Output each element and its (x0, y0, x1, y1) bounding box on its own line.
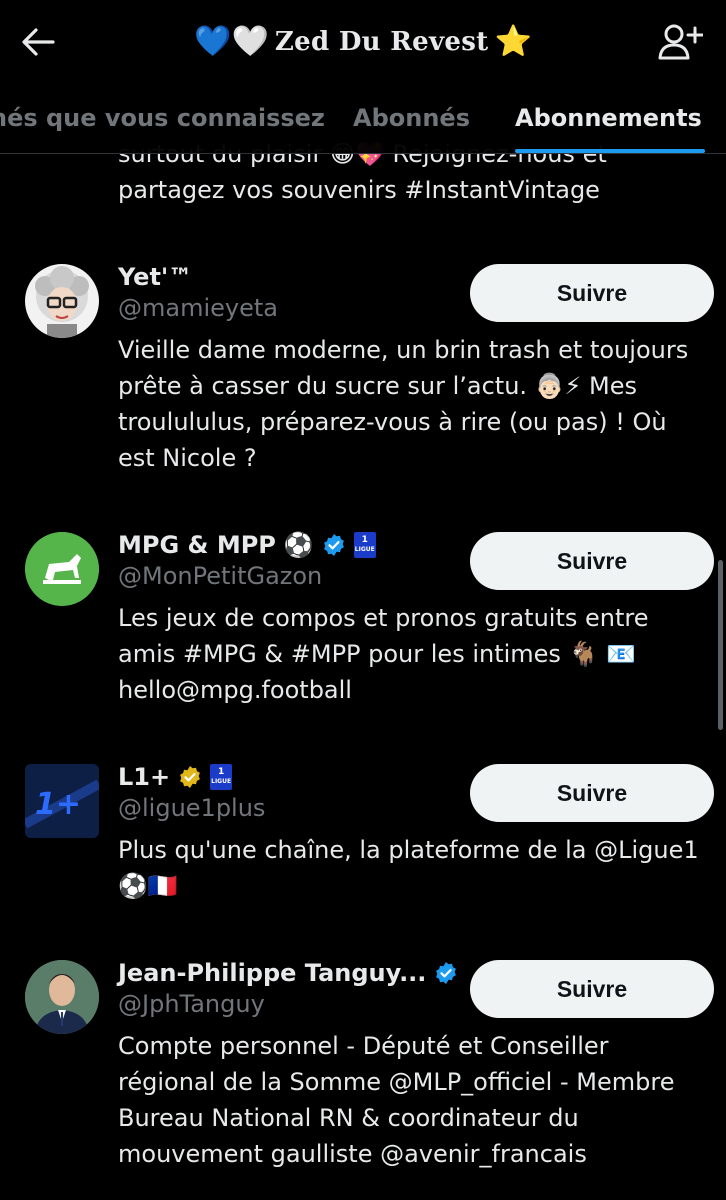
top-bar: 💙🤍 Zed Du Revest ⭐ (0, 0, 726, 82)
back-button[interactable] (18, 22, 58, 62)
user-bio: Compte personnel - Député et Conseiller … (118, 1032, 675, 1168)
user-bio: Plus qu'une chaîne, la plateforme de la … (118, 836, 699, 900)
tab-followers-you-know[interactable]: nés que vous connaissez (0, 82, 325, 153)
user-handle: @mamieyeta (118, 294, 278, 322)
verified-blue-icon (322, 533, 346, 557)
scrollbar[interactable] (718, 560, 723, 730)
verified-blue-icon (434, 961, 458, 985)
following-list: surtout du plaisir 😁💖 Rejoignez-nous et … (0, 0, 726, 1200)
add-user-button[interactable] (656, 20, 704, 64)
avatar[interactable]: 1+ (25, 764, 99, 838)
ligue1-badge-icon: 1 LIGUE (353, 532, 376, 558)
ligue1-badge-icon: 1 LIGUE (210, 764, 233, 790)
tab-followers[interactable]: Abonnés (353, 82, 470, 153)
verified-gold-icon (178, 765, 202, 789)
follow-button[interactable]: Suivre (470, 960, 714, 1018)
svg-text:1+: 1+ (35, 787, 81, 822)
user-handle: @MonPetitGazon (118, 562, 323, 590)
soccer-ball-icon: ⚽ (283, 531, 314, 559)
hearts-icon: 💙🤍 (194, 24, 269, 59)
user-handle: @ligue1plus (118, 794, 266, 822)
user-name[interactable]: MPG & MPP ⚽ 1 LIGUE (118, 528, 376, 562)
page-title: Zed Du Revest (274, 27, 489, 57)
active-tab-indicator (515, 149, 705, 153)
follow-button[interactable]: Suivre (470, 532, 714, 590)
user-bio: Les jeux de compos et pronos gratuits en… (118, 604, 649, 704)
star-icon: ⭐ (494, 24, 532, 59)
avatar[interactable] (25, 264, 99, 338)
user-handle: @JphTanguy (118, 990, 265, 1018)
arrow-left-icon (22, 28, 55, 56)
user-bio: Vieille dame moderne, un brin trash et t… (118, 336, 689, 472)
user-name[interactable]: Jean-Philippe Tanguy... (118, 956, 458, 990)
user-name[interactable]: Yet'™ (118, 260, 192, 294)
avatar[interactable] (25, 960, 99, 1034)
avatar[interactable] (25, 532, 99, 606)
tab-bar: nés que vous connaissez Abonnés Abonneme… (0, 82, 726, 154)
follow-button[interactable]: Suivre (470, 764, 714, 822)
tab-following[interactable]: Abonnements (515, 82, 702, 153)
follow-button[interactable]: Suivre (470, 264, 714, 322)
add-user-icon (658, 24, 703, 60)
profile-title: 💙🤍 Zed Du Revest ⭐ (120, 20, 606, 64)
user-name[interactable]: L1+ 1 LIGUE (118, 760, 233, 794)
